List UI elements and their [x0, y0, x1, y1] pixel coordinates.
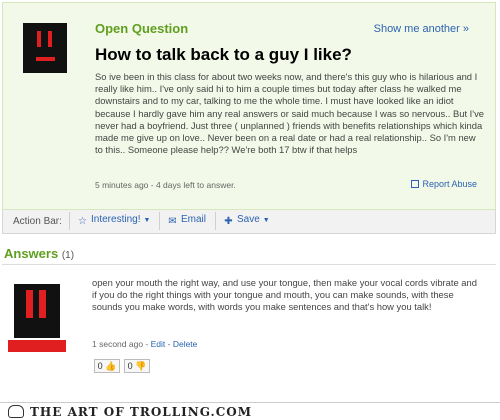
answers-count: (1)	[61, 250, 75, 261]
avatar-eye-left	[26, 290, 33, 318]
action-divider	[159, 212, 160, 230]
email-label: Email	[181, 214, 207, 225]
interesting-button[interactable]: ☆ Interesting! ▼	[77, 214, 150, 227]
question-type-label: Open Question	[95, 21, 189, 36]
avatar-eye-right	[39, 290, 46, 318]
edit-link[interactable]: Edit	[151, 339, 166, 349]
question-panel: Open Question Show me another » How to t…	[2, 2, 496, 210]
star-icon: ☆	[78, 216, 87, 227]
thumbs-up-button[interactable]: 0 👍	[94, 359, 120, 373]
action-divider	[215, 212, 216, 230]
question-title: How to talk back to a guy I like?	[95, 45, 352, 64]
avatar-eye-left	[37, 31, 41, 47]
answerer-avatar[interactable]	[8, 284, 66, 352]
asker-avatar[interactable]	[23, 23, 67, 73]
answer-meta: 1 second ago - Edit - Delete	[92, 339, 198, 349]
save-label: Save	[237, 214, 260, 225]
save-button[interactable]: ✚ Save ▼	[223, 214, 270, 227]
action-bar-label: Action Bar:	[13, 216, 62, 227]
answers-heading: Answers (1)	[4, 246, 74, 261]
answers-divider	[2, 264, 496, 265]
answers-heading-label: Answers	[4, 246, 59, 261]
avatar-eye-right	[48, 31, 52, 47]
action-bar: Action Bar: ☆ Interesting! ▼ ✉ Email ✚ Save ▼	[2, 210, 496, 234]
show-another-link[interactable]: Show me another »	[374, 23, 469, 35]
question-body: So ive been in this class for about two …	[95, 71, 484, 156]
plus-icon: ✚	[224, 216, 233, 227]
report-abuse-label: Report Abuse	[422, 179, 477, 189]
answer-body: open your mouth the right way, and use y…	[92, 277, 477, 313]
chevron-down-icon: ▼	[262, 217, 270, 224]
envelope-icon: ✉	[168, 216, 177, 227]
chevron-down-icon: ▼	[143, 217, 151, 224]
troll-face-icon	[8, 405, 24, 418]
watermark-bar: THE ART OF TROLLING.COM	[0, 402, 500, 420]
question-timestamp: 5 minutes ago - 4 days left to answer.	[95, 180, 236, 190]
interesting-label: Interesting!	[91, 214, 141, 225]
answer-timestamp: 1 second ago	[92, 339, 144, 349]
email-button[interactable]: ✉ Email	[167, 214, 206, 227]
delete-link[interactable]: Delete	[173, 339, 198, 349]
action-divider	[69, 212, 70, 230]
flag-icon	[411, 180, 420, 188]
watermark-text: THE ART OF TROLLING.COM	[30, 405, 253, 419]
avatar-hat-brim	[8, 340, 66, 352]
thumbs-down-button[interactable]: 0 👎	[124, 359, 150, 373]
avatar-mouth	[36, 57, 55, 61]
report-abuse-link[interactable]: Report Abuse	[411, 179, 477, 189]
